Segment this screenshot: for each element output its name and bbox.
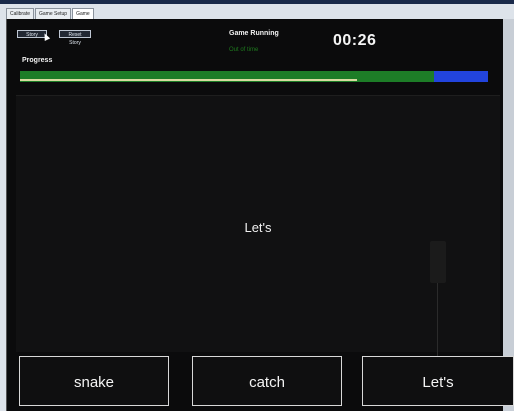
game-status-subtitle: Out of time bbox=[229, 47, 259, 53]
game-timer: 00:26 bbox=[333, 32, 377, 49]
game-status-title: Game Running bbox=[229, 30, 279, 37]
story-display: Let's bbox=[16, 95, 500, 363]
tab-game-setup[interactable]: Game Setup bbox=[35, 8, 72, 19]
game-panel: Story Reset Story Game Running Out of ti… bbox=[6, 19, 514, 411]
word-choice-button-3[interactable]: Let's bbox=[362, 356, 514, 406]
window-top-edge bbox=[0, 0, 514, 4]
reset-story-button[interactable]: Reset Story bbox=[59, 30, 91, 46]
word-choice-button-1[interactable]: snake bbox=[19, 356, 169, 406]
screen: Calibrate Game Setup Game Story Reset St… bbox=[0, 0, 514, 411]
progress-label: Progress bbox=[22, 57, 53, 64]
progress-bar-marker-line bbox=[20, 79, 357, 81]
window-gutter bbox=[502, 19, 514, 411]
tab-bar: Calibrate Game Setup Game bbox=[6, 8, 94, 20]
mouse-pointer-icon bbox=[41, 32, 51, 41]
current-story-word: Let's bbox=[244, 220, 272, 235]
tab-calibrate[interactable]: Calibrate bbox=[6, 8, 35, 19]
background-device-cable bbox=[437, 283, 438, 363]
word-choice-button-2[interactable]: catch bbox=[192, 356, 342, 406]
progress-bar bbox=[20, 71, 488, 82]
background-device bbox=[430, 241, 446, 283]
